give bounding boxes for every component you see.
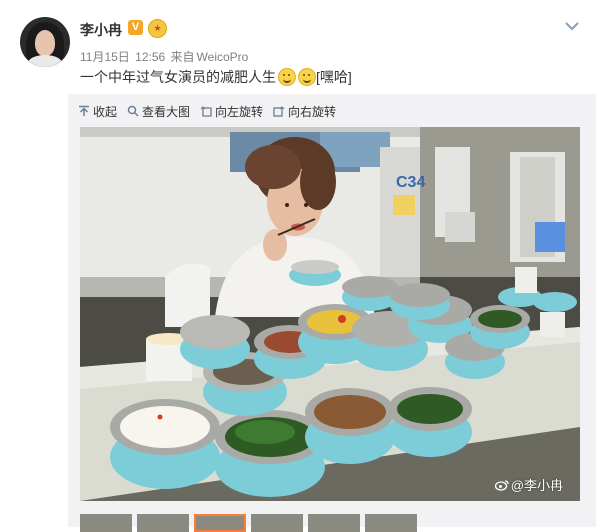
thumbnail-strip (80, 514, 417, 532)
post-source[interactable]: WeicoPro (197, 50, 249, 64)
rotate-right-label: 向右旋转 (288, 104, 337, 119)
rotate-left-label: 向左旋转 (215, 104, 264, 119)
verified-badge-icon: V (128, 20, 143, 35)
rotate-left-button[interactable]: 向左旋转 (200, 103, 263, 120)
laugh-emoji-icon (278, 68, 296, 86)
weibo-post: 李小冉 V ★ 11月15日 12:56 来自 WeicoPro 一个中年过气女演… (0, 0, 596, 532)
watermark-text: @李小冉 (510, 478, 563, 493)
weibo-logo-icon (494, 479, 509, 491)
view-large-label: 查看大图 (142, 104, 191, 119)
post-text-tag: [嘿哈] (316, 69, 352, 85)
post-text-content: 一个中年过气女演员的减肥人生 (80, 69, 276, 85)
thumbnail[interactable] (308, 514, 360, 532)
thumbnail[interactable] (365, 514, 417, 532)
username[interactable]: 李小冉 (80, 20, 122, 40)
rotate-right-button[interactable]: 向右旋转 (273, 103, 336, 120)
view-large-button[interactable]: 查看大图 (127, 103, 190, 120)
magnifier-icon (127, 105, 139, 117)
thumbnail-active[interactable] (194, 514, 246, 532)
thumbnail[interactable] (137, 514, 189, 532)
collapse-button[interactable]: 收起 (78, 103, 117, 120)
post-meta: 11月15日 12:56 来自 WeicoPro (80, 48, 250, 65)
photo-watermark: @李小冉 (494, 475, 563, 494)
collapse-label: 收起 (93, 104, 118, 119)
rotate-left-icon (200, 106, 212, 117)
media-toolbar: 收起 查看大图 向左旋转 向右旋转 (78, 101, 346, 121)
lunch-photo-illustration: C34 (80, 127, 580, 501)
chevron-down-icon[interactable] (562, 16, 582, 36)
arrow-up-icon (79, 105, 89, 116)
post-photo[interactable]: C34 @李小冉 (80, 127, 580, 501)
rotate-right-icon (273, 106, 285, 117)
thumbnail[interactable] (80, 514, 132, 532)
post-text: 一个中年过气女演员的减肥人生 [嘿哈] (80, 67, 352, 87)
truck-number: C34 (396, 174, 425, 191)
avatar[interactable] (20, 17, 70, 67)
thumbnail[interactable] (251, 514, 303, 532)
vip-badge-icon[interactable]: ★ (148, 19, 167, 38)
post-date[interactable]: 11月15日 (80, 50, 130, 64)
post-time[interactable]: 12:56 (135, 50, 165, 64)
source-prefix: 来自 (170, 50, 195, 64)
laugh-emoji-icon (298, 68, 316, 86)
